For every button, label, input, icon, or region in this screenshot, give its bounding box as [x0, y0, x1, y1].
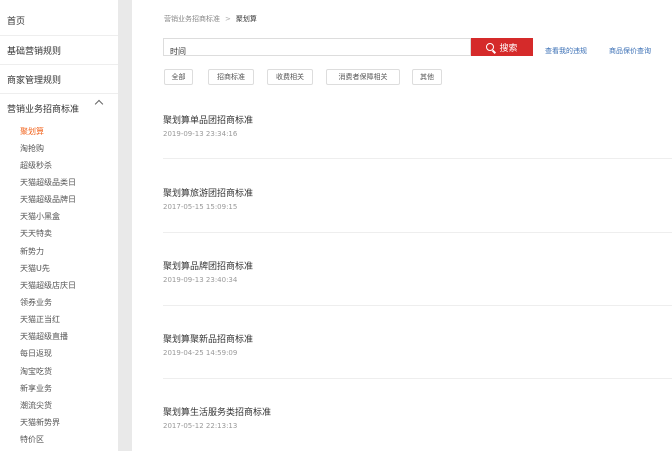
article-date: 2019-04-25 14:59:09: [163, 349, 238, 357]
article-divider: [163, 305, 672, 306]
price-protect-link[interactable]: 商品保价查询: [609, 46, 651, 56]
sidebar-subitem[interactable]: 天猫正当红: [20, 314, 60, 325]
article-title[interactable]: 聚划算品牌团招商标准: [163, 259, 253, 272]
breadcrumb-separator: >: [225, 15, 231, 23]
sidebar-scroll-gutter: [118, 0, 132, 451]
article-title[interactable]: 聚划算生活服务类招商标准: [163, 405, 271, 418]
article-date: 2017-05-15 15:09:15: [163, 203, 238, 211]
my-violations-link[interactable]: 查看我的违规: [545, 46, 587, 56]
breadcrumb: 营销业务招商标准 > 聚划算: [164, 14, 257, 24]
search-icon: [486, 43, 495, 51]
article-date: 2019-09-13 23:40:34: [163, 276, 238, 284]
sidebar-divider: [0, 93, 118, 94]
article-date: 2017-05-12 22:13:13: [163, 422, 238, 430]
breadcrumb-current: 聚划算: [235, 15, 257, 23]
sidebar-subitem[interactable]: 天猫超级店庆日: [20, 280, 76, 291]
search-input[interactable]: [164, 43, 460, 60]
sidebar-subitem[interactable]: 天猫超级品类日: [20, 177, 76, 188]
sidebar-subitem[interactable]: 新享业务: [20, 383, 52, 394]
search-button-label: 搜索: [499, 43, 518, 54]
sidebar-subitem[interactable]: 淘宝吃货: [20, 366, 52, 377]
sidebar-item-home[interactable]: 首页: [7, 14, 25, 27]
sidebar-subitem[interactable]: 天猫U先: [20, 263, 50, 274]
sidebar-subitem[interactable]: 潮流尖货: [20, 400, 52, 411]
sidebar-subitem[interactable]: 新势力: [20, 246, 44, 257]
sidebar-subitem[interactable]: 每日返现: [20, 348, 52, 359]
tag-consumer-protection[interactable]: 消费者保障相关: [326, 69, 400, 85]
tag-other[interactable]: 其他: [412, 69, 442, 85]
sidebar-divider: [0, 64, 118, 65]
article-date: 2019-09-13 23:34:16: [163, 130, 238, 138]
article-item[interactable]: 聚划算生活服务类招商标准 2017-05-12 22:13:13: [163, 405, 271, 430]
sidebar-subitem[interactable]: 超级秒杀: [20, 160, 52, 171]
sidebar-item-merchant-rules[interactable]: 商家管理规则: [7, 73, 61, 86]
main-content: 营销业务招商标准 > 聚划算 搜索 查看我的违规 商品保价查询 全部 招商标准 收费…: [132, 0, 672, 451]
sidebar-subitem[interactable]: 天猫新势界: [20, 417, 60, 428]
article-item[interactable]: 聚划算旅游团招商标准 2017-05-15 15:09:15: [163, 186, 253, 211]
search-box: [163, 38, 471, 60]
sidebar-subitem[interactable]: 天天特卖: [20, 228, 52, 239]
article-title[interactable]: 聚划算聚新品招商标准: [163, 332, 253, 345]
article-divider: [163, 232, 672, 233]
article-divider: [163, 158, 672, 159]
sidebar: 首页 基础营销规则 商家管理规则 营销业务招商标准 聚划算 淘抢购 超级秒杀 天…: [0, 0, 118, 451]
article-divider: [163, 378, 672, 379]
sidebar-subitem[interactable]: 淘抢购: [20, 143, 44, 154]
sidebar-item-basic-rules[interactable]: 基础营销规则: [7, 44, 61, 57]
sidebar-divider: [0, 35, 118, 36]
sidebar-subitem[interactable]: 天猫小黑盒: [20, 211, 60, 222]
article-item[interactable]: 聚划算单品团招商标准 2019-09-13 23:34:16: [163, 113, 253, 138]
sidebar-subitem[interactable]: 天猫超级品牌日: [20, 194, 76, 205]
article-item[interactable]: 聚划算品牌团招商标准 2019-09-13 23:40:34: [163, 259, 253, 284]
sidebar-subitem-juhuasuan[interactable]: 聚划算: [20, 126, 44, 137]
article-item[interactable]: 聚划算聚新品招商标准 2019-04-25 14:59:09: [163, 332, 253, 357]
tag-all[interactable]: 全部: [164, 69, 193, 85]
breadcrumb-parent[interactable]: 营销业务招商标准: [164, 15, 220, 23]
chevron-up-icon[interactable]: [94, 99, 104, 109]
article-title[interactable]: 聚划算单品团招商标准: [163, 113, 253, 126]
sidebar-subitem[interactable]: 天猫超级直播: [20, 331, 68, 342]
sidebar-item-marketing-standards[interactable]: 营销业务招商标准: [7, 102, 79, 115]
article-title[interactable]: 聚划算旅游团招商标准: [163, 186, 253, 199]
search-button[interactable]: 搜索: [471, 38, 533, 56]
sidebar-subitem[interactable]: 领券业务: [20, 297, 52, 308]
tag-standards[interactable]: 招商标准: [208, 69, 254, 85]
tag-fees[interactable]: 收费相关: [267, 69, 313, 85]
sidebar-subitem[interactable]: 特价区: [20, 434, 44, 445]
